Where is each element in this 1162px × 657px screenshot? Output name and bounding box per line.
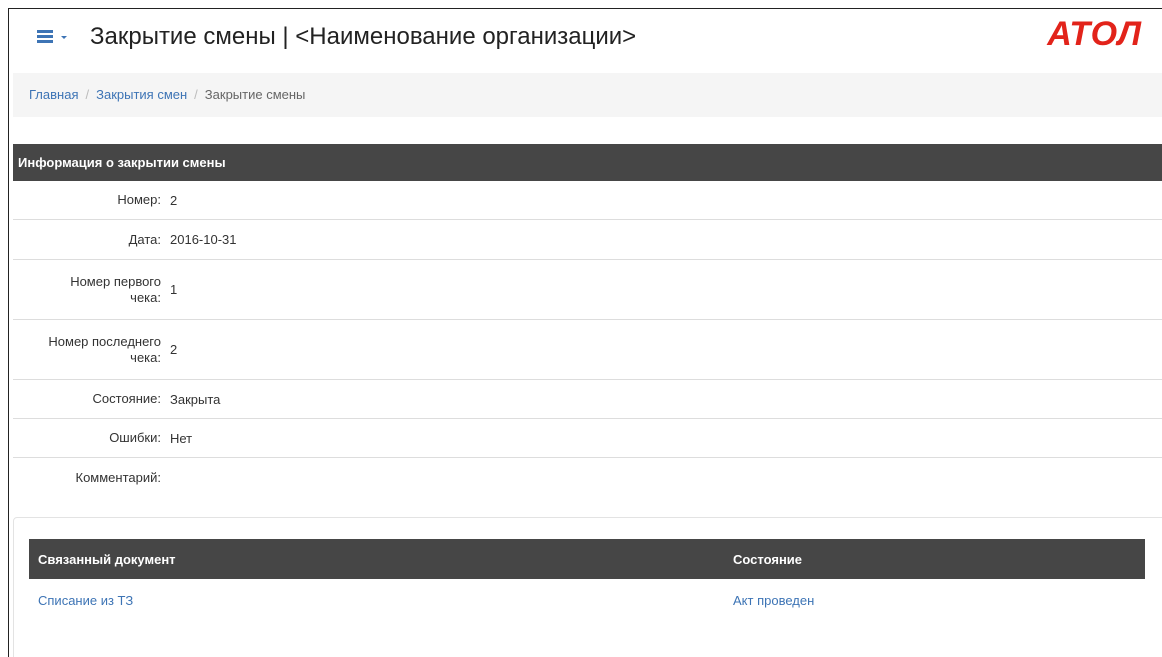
info-label: Состояние: xyxy=(92,391,161,406)
breadcrumb-current: Закрытие смены xyxy=(204,87,306,102)
info-value: Нет xyxy=(170,430,193,446)
info-panel-title: Информация о закрытии смены xyxy=(13,144,1162,181)
breadcrumb-separator: / xyxy=(85,87,90,102)
hamburger-icon xyxy=(37,29,55,43)
info-row-date: Дата: 2016-10-31 xyxy=(13,220,1162,260)
info-row-number: Номер: 2 xyxy=(13,181,1162,220)
info-row-comment: Комментарий: xyxy=(13,458,1162,498)
menu-toggle-button[interactable] xyxy=(37,29,67,43)
info-value: 2 xyxy=(170,192,178,208)
info-label: Номер: xyxy=(117,192,161,207)
page-header: Закрытие смены | <Наименование организац… xyxy=(9,9,1162,73)
brand-logo: АТОЛ xyxy=(1047,15,1142,53)
info-row-last-receipt: Номер последнего чека: 2 xyxy=(13,320,1162,380)
related-status-link[interactable]: Акт проведен xyxy=(733,593,814,608)
info-label: Номер последнего чека: xyxy=(48,333,161,365)
info-row-first-receipt: Номер первого чека: 1 xyxy=(13,260,1162,320)
breadcrumb-link-shift-closures[interactable]: Закрытия смен xyxy=(96,87,187,102)
info-label: Комментарий: xyxy=(75,470,162,485)
app-window: Закрытие смены | <Наименование организац… xyxy=(8,8,1162,657)
info-label: Дата: xyxy=(128,231,161,247)
caret-down-icon xyxy=(61,36,67,39)
info-row-errors: Ошибки: Нет xyxy=(13,419,1162,458)
table-row: Списание из ТЗ Акт проведен xyxy=(29,585,1145,615)
info-value: 1 xyxy=(170,282,178,297)
info-label: Номер первого чека: xyxy=(70,273,161,305)
column-header-document: Связанный документ xyxy=(38,552,176,567)
related-document-link[interactable]: Списание из ТЗ xyxy=(38,593,133,608)
info-value: 2 xyxy=(170,342,178,357)
info-table: Номер: 2 Дата: 2016-10-31 Номер первого … xyxy=(13,181,1162,498)
breadcrumb-link-home[interactable]: Главная xyxy=(29,87,78,102)
related-table-header: Связанный документ Состояние xyxy=(29,539,1145,579)
breadcrumb-separator: / xyxy=(194,87,198,102)
breadcrumb: Главная / Закрытия смен / Закрытие смены xyxy=(13,73,1162,117)
info-label: Ошибки: xyxy=(109,430,161,445)
info-row-state: Состояние: Закрыта xyxy=(13,380,1162,419)
info-value: Закрыта xyxy=(170,391,221,407)
info-value: 2016-10-31 xyxy=(170,232,237,247)
page-title: Закрытие смены | <Наименование организац… xyxy=(90,23,637,50)
column-header-status: Состояние xyxy=(733,552,803,567)
